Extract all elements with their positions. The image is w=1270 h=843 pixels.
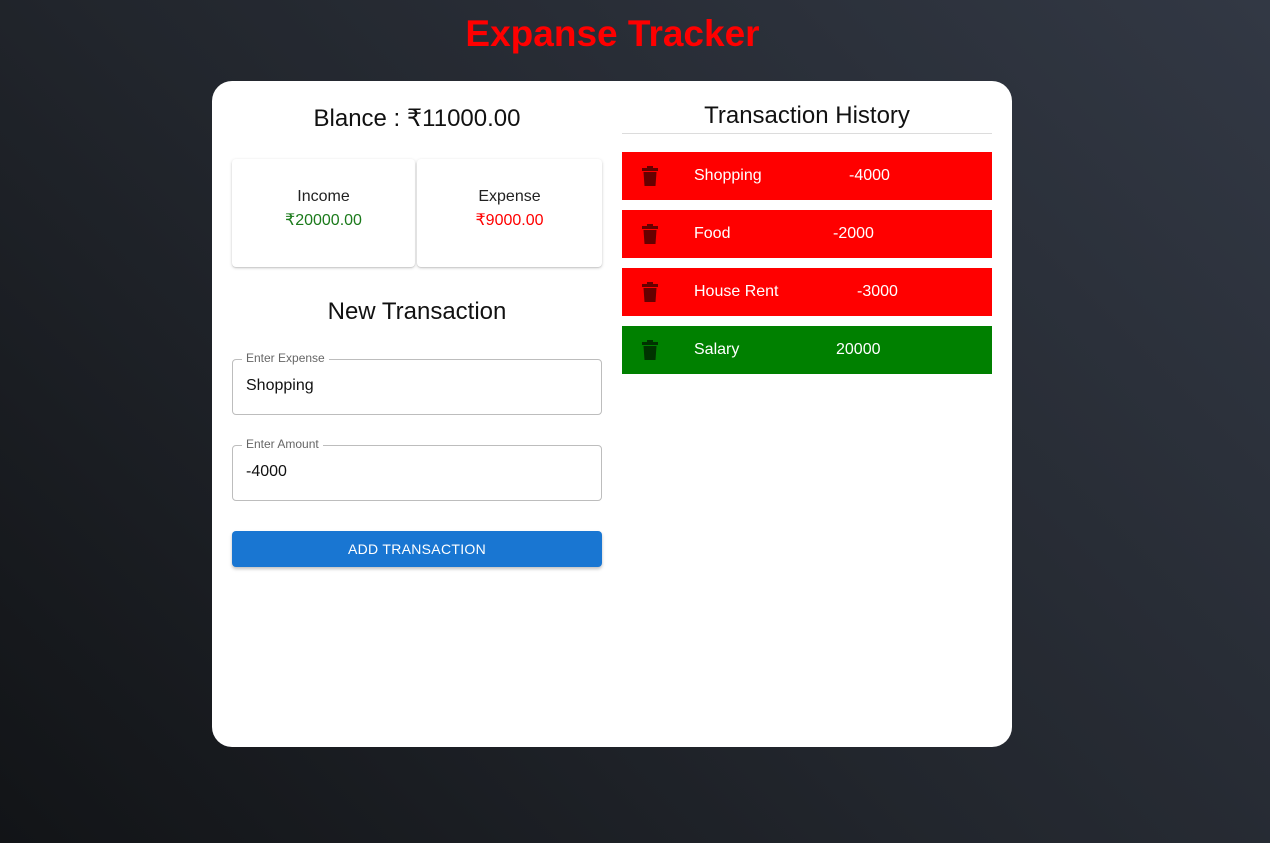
transaction-name: House Rent: [694, 283, 779, 300]
transaction-name: Food: [694, 225, 731, 242]
amount-field-label: Enter Amount: [242, 438, 323, 450]
tracker-card: Blance : ₹11000.00 Income ₹20000.00 Expe…: [212, 81, 1012, 747]
expense-field-label: Enter Expense: [242, 352, 329, 364]
income-card: Income ₹20000.00: [232, 159, 415, 267]
balance-text: Blance : ₹11000.00: [313, 105, 521, 132]
expense-input[interactable]: [246, 376, 586, 396]
expense-card: Expense ₹9000.00: [417, 159, 602, 267]
trash-icon[interactable]: [642, 224, 658, 244]
transaction-list: Shopping -4000 Food -2000 House Rent -30…: [622, 152, 992, 384]
income-value: ₹20000.00: [285, 212, 362, 229]
expense-value: ₹9000.00: [475, 212, 544, 229]
transaction-item: House Rent -3000: [622, 268, 992, 316]
transaction-amount: -2000: [833, 225, 874, 242]
history-divider: [622, 133, 992, 134]
transaction-amount: 20000: [836, 341, 881, 358]
amount-input[interactable]: [246, 462, 586, 482]
app-title: Expanse Tracker: [465, 13, 760, 54]
expense-label: Expense: [478, 188, 541, 205]
income-label: Income: [297, 188, 350, 205]
trash-icon[interactable]: [642, 282, 658, 302]
new-transaction-heading: New Transaction: [327, 298, 507, 325]
transaction-name: Shopping: [694, 167, 762, 184]
trash-icon[interactable]: [642, 340, 658, 360]
transaction-item: Food -2000: [622, 210, 992, 258]
transaction-amount: -3000: [857, 283, 898, 300]
transaction-name: Salary: [694, 341, 740, 358]
trash-icon[interactable]: [642, 166, 658, 186]
expense-field: Enter Expense: [232, 352, 602, 415]
amount-field: Enter Amount: [232, 438, 602, 501]
transaction-item: Shopping -4000: [622, 152, 992, 200]
transaction-item: Salary 20000: [622, 326, 992, 374]
transaction-history-heading: Transaction History: [704, 102, 910, 129]
transaction-amount: -4000: [849, 167, 890, 184]
add-transaction-button[interactable]: ADD TRANSACTION: [232, 531, 602, 567]
